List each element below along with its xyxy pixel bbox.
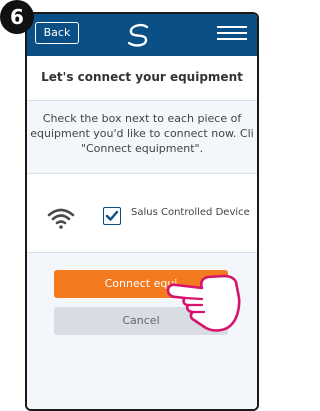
step-number-badge: 6 — [0, 0, 34, 34]
page-title: Let's connect your equipment — [41, 70, 243, 84]
hamburger-menu-icon[interactable] — [217, 26, 247, 46]
salus-logo-icon — [127, 24, 149, 47]
wifi-icon — [47, 208, 75, 229]
top-navigation-bar: Back — [27, 14, 257, 56]
instructions-text: Check the box next to each piece of equi… — [30, 112, 254, 155]
phone-screen: Back Let's connect your equipment Check … — [25, 12, 259, 411]
device-checkbox[interactable] — [103, 207, 121, 225]
device-name: Salus Controlled Device — [131, 207, 250, 218]
checkmark-icon — [105, 210, 119, 221]
pointing-hand-icon — [166, 274, 241, 332]
instructions-panel: Check the box next to each piece of equi… — [27, 100, 257, 174]
back-button[interactable]: Back — [35, 22, 79, 44]
